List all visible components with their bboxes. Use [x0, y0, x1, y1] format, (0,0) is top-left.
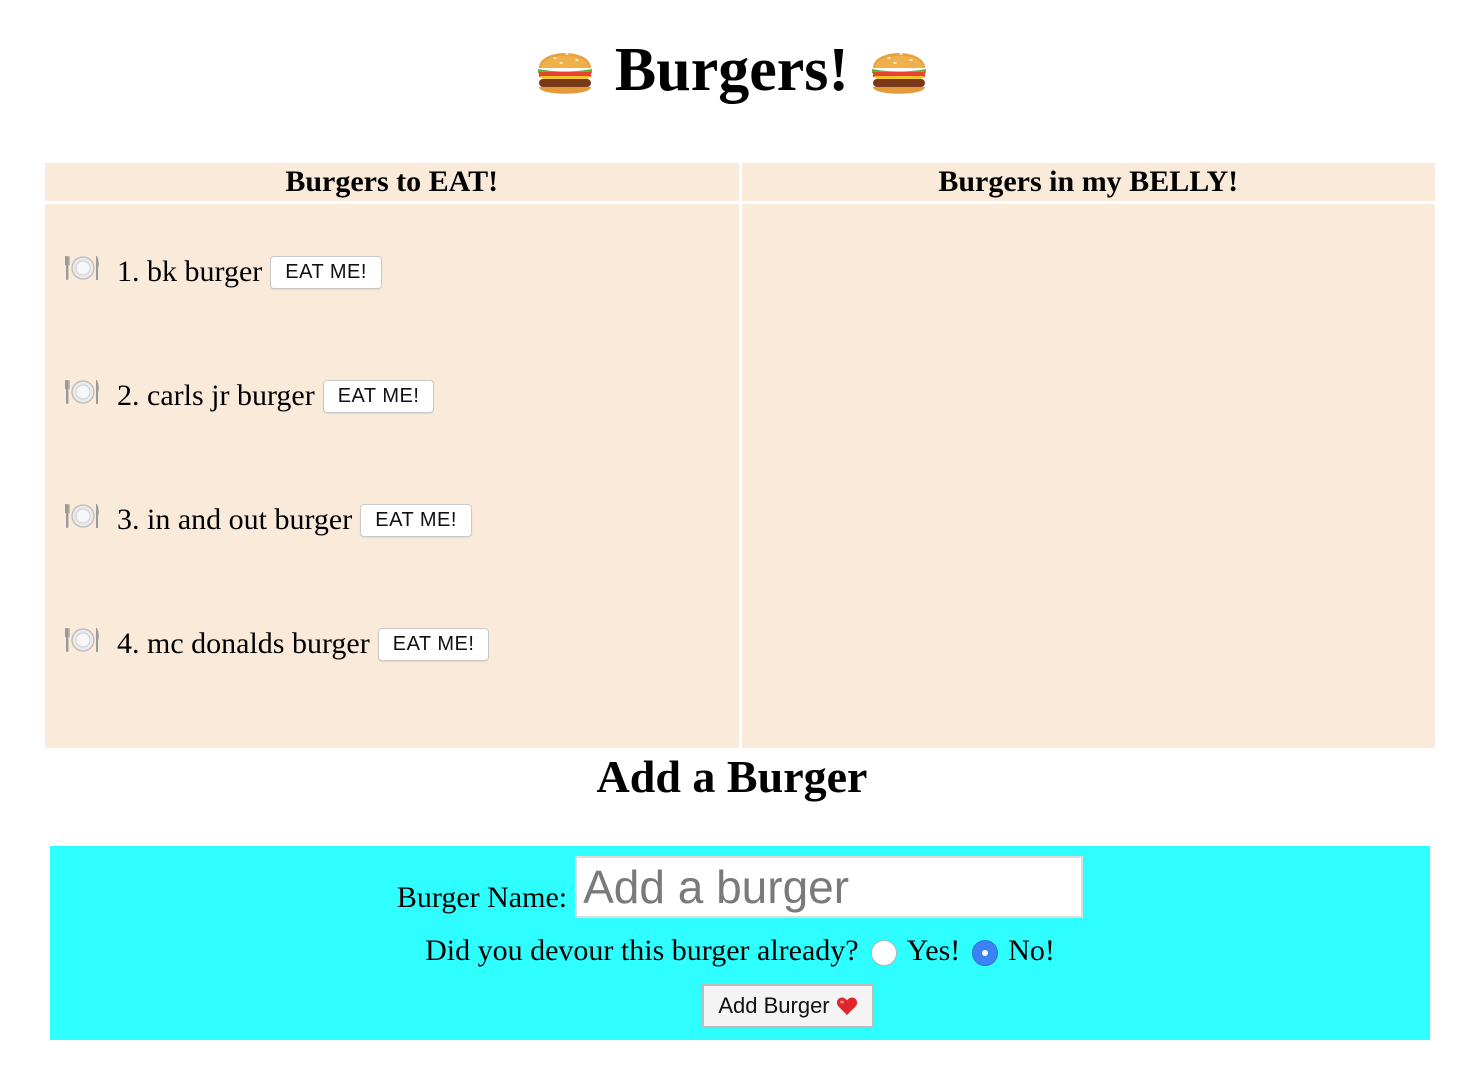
- plate-cutlery-icon: [65, 380, 99, 404]
- to-eat-list: 1. bk burger EAT ME! 2. carls jr burger …: [45, 204, 739, 664]
- page-title: Burgers!: [614, 36, 850, 104]
- add-burger-button-label: Add Burger: [718, 993, 830, 1018]
- to-eat-cell: 1. bk burger EAT ME! 2. carls jr burger …: [45, 204, 739, 748]
- eaten-cell: [741, 204, 1435, 748]
- page-header: Burgers!: [0, 30, 1464, 110]
- devoured-yes-radio[interactable]: [870, 940, 897, 966]
- column-header-eaten: Burgers in my BELLY!: [741, 163, 1435, 201]
- submit-row: Add Burger: [50, 984, 1430, 1028]
- eat-me-button[interactable]: EAT ME!: [360, 503, 472, 537]
- plate-cutlery-icon: [65, 256, 99, 280]
- add-burger-button[interactable]: Add Burger: [702, 984, 874, 1028]
- heart-icon: [836, 997, 857, 1015]
- burger-name-input[interactable]: [575, 856, 1084, 918]
- burger-name: 2. carls jr burger: [117, 379, 315, 412]
- add-burger-heading: Add a Burger: [596, 751, 868, 802]
- burger-name-label: Burger Name:: [396, 881, 568, 914]
- eat-me-button[interactable]: EAT ME!: [270, 255, 382, 289]
- list-item: 1. bk burger EAT ME!: [65, 252, 739, 292]
- devoured-no-label: No!: [1008, 934, 1055, 967]
- page: Burgers! Burgers to EAT! Burgers in my B…: [0, 0, 1464, 1070]
- burger-icon: [537, 53, 592, 94]
- plate-cutlery-icon: [65, 628, 99, 652]
- column-header-to-eat: Burgers to EAT!: [45, 163, 739, 201]
- devoured-question: Did you devour this burger already?: [425, 934, 859, 967]
- devoured-no-radio[interactable]: [972, 940, 999, 966]
- devoured-row: Did you devour this burger already? Yes!…: [50, 934, 1430, 968]
- burger-name: 3. in and out burger: [117, 503, 353, 536]
- burgers-table: Burgers to EAT! Burgers in my BELLY! 1. …: [42, 160, 1438, 751]
- devoured-yes-label: Yes!: [906, 934, 961, 967]
- eat-me-button[interactable]: EAT ME!: [377, 627, 490, 661]
- burger-name: 1. bk burger: [117, 255, 263, 288]
- burger-icon: [872, 53, 927, 94]
- add-burger-form: Burger Name: Did you devour this burger …: [50, 846, 1430, 1040]
- eat-me-button[interactable]: EAT ME!: [322, 379, 435, 413]
- list-item: 2. carls jr burger EAT ME!: [65, 376, 739, 416]
- list-item: 3. in and out burger EAT ME!: [65, 500, 739, 540]
- name-row: Burger Name:: [50, 856, 1430, 918]
- burger-name: 4. mc donalds burger: [117, 627, 370, 660]
- list-item: 4. mc donalds burger EAT ME!: [65, 624, 739, 664]
- plate-cutlery-icon: [65, 504, 99, 528]
